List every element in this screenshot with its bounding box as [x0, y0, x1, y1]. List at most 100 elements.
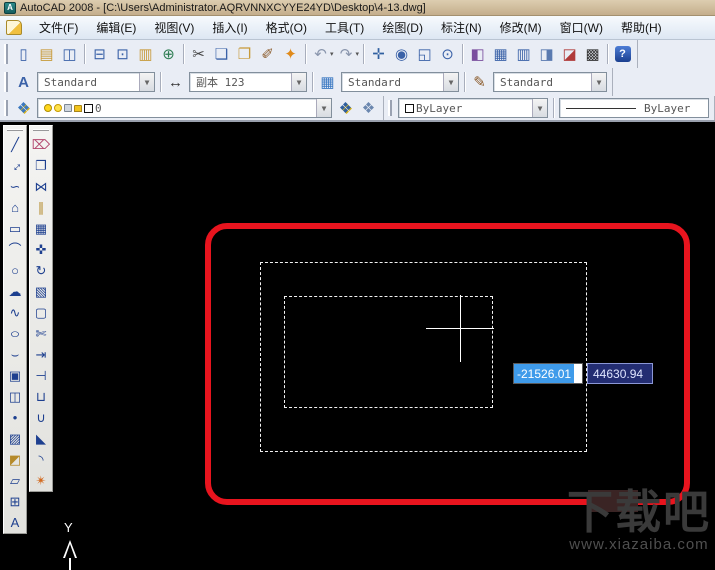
toolbar-grip[interactable]	[4, 44, 8, 64]
markup-set-manager-button[interactable]: ◪	[558, 43, 581, 66]
undo-button[interactable]: ↶	[309, 43, 332, 66]
mirror-button[interactable]: ⋈	[31, 176, 52, 197]
explode-button[interactable]: ✴	[31, 470, 52, 491]
menu-item-6[interactable]: 工具(T)	[316, 16, 373, 39]
table-style-combo[interactable]: Standard ▼	[341, 72, 459, 92]
mleader-style-button[interactable]: ✎	[468, 71, 491, 94]
mtext-button[interactable]: A	[5, 512, 26, 533]
move-button[interactable]: ✜	[31, 239, 52, 260]
layer-combo[interactable]: 0 ▼	[37, 98, 332, 118]
paste-button[interactable]: ❐	[233, 43, 256, 66]
tool-palettes-button[interactable]: ▥	[512, 43, 535, 66]
layer-on-bulb-icon[interactable]	[44, 104, 52, 112]
menu-item-7[interactable]: 绘图(D)	[373, 16, 432, 39]
chevron-down-icon[interactable]: ▼	[532, 99, 547, 117]
text-style-combo[interactable]: Standard ▼	[37, 72, 155, 92]
break-at-point-button[interactable]: ⊣	[31, 365, 52, 386]
zoom-realtime-button[interactable]: ◉	[390, 43, 413, 66]
sheetset-manager-button[interactable]: ◨	[535, 43, 558, 66]
quickcalc-button[interactable]: ▩	[581, 43, 604, 66]
layer-freeze-icon[interactable]	[54, 104, 62, 112]
toolbar-grip[interactable]	[388, 99, 392, 117]
rectangle-button[interactable]: ▭	[5, 218, 26, 239]
dim-style-button[interactable]: ↔	[164, 71, 187, 94]
properties-button[interactable]: ◧	[466, 43, 489, 66]
dynamic-input-x[interactable]: -21526.01	[513, 363, 583, 384]
chevron-down-icon[interactable]: ▼	[291, 73, 306, 91]
menu-item-3[interactable]: 视图(V)	[145, 16, 203, 39]
line-button[interactable]: ╱	[5, 134, 26, 155]
toolbar-grip[interactable]	[7, 129, 23, 131]
array-button[interactable]: ▦	[31, 218, 52, 239]
document-icon[interactable]	[6, 20, 22, 35]
rotate-button[interactable]: ↻	[31, 260, 52, 281]
zoom-previous-button[interactable]: ⊙	[436, 43, 459, 66]
erase-button[interactable]: ⌦	[31, 134, 52, 155]
make-object-layer-current-button[interactable]: ❖	[334, 97, 357, 120]
polygon-button[interactable]: ⌂	[5, 197, 26, 218]
layer-previous-button[interactable]: ❖	[357, 97, 380, 120]
menu-item-10[interactable]: 窗口(W)	[551, 16, 612, 39]
designcenter-button[interactable]: ▦	[489, 43, 512, 66]
extend-button[interactable]: ⇥	[31, 344, 52, 365]
help-button[interactable]: ?	[611, 43, 634, 66]
table-style-button[interactable]: ▦	[316, 71, 339, 94]
menu-item-11[interactable]: 帮助(H)	[612, 16, 671, 39]
break-button[interactable]: ⊔	[31, 386, 52, 407]
gradient-button[interactable]: ◩	[5, 449, 26, 470]
region-button[interactable]: ▱	[5, 470, 26, 491]
hatch-button[interactable]: ▨	[5, 428, 26, 449]
table-button[interactable]: ⊞	[5, 491, 26, 512]
point-button[interactable]: •	[5, 407, 26, 428]
new-button[interactable]: ▯	[12, 43, 35, 66]
menu-item-8[interactable]: 标注(N)	[432, 16, 491, 39]
menu-item-9[interactable]: 修改(M)	[491, 16, 551, 39]
text-style-button[interactable]: A	[12, 71, 35, 94]
save-button[interactable]: ◫	[58, 43, 81, 66]
toolbar-grip[interactable]	[4, 72, 8, 92]
chevron-down-icon[interactable]: ▼	[139, 73, 154, 91]
pan-button[interactable]: ✛	[367, 43, 390, 66]
fillet-button[interactable]: ◝	[31, 449, 52, 470]
linetype-combo[interactable]: ByLayer	[559, 98, 709, 118]
copy-button[interactable]: ❐	[31, 155, 52, 176]
insert-block-button[interactable]: ▣	[5, 365, 26, 386]
publish-button[interactable]: ▥	[134, 43, 157, 66]
open-button[interactable]: ▤	[35, 43, 58, 66]
zoom-window-button[interactable]: ◱	[413, 43, 436, 66]
menu-item-2[interactable]: 编辑(E)	[87, 16, 145, 39]
stretch-button[interactable]: ▢	[31, 302, 52, 323]
block-editor-button[interactable]: ✦	[279, 43, 302, 66]
construction-line-button[interactable]: ↔	[5, 155, 26, 176]
plot-button[interactable]: ⊟	[88, 43, 111, 66]
mleader-style-combo[interactable]: Standard ▼	[493, 72, 607, 92]
layer-properties-manager-button[interactable]: ❖	[12, 97, 35, 120]
dim-style-combo[interactable]: 副本 123 ▼	[189, 72, 307, 92]
menu-item-4[interactable]: 插入(I)	[203, 16, 256, 39]
menu-item-5[interactable]: 格式(O)	[257, 16, 316, 39]
arc-button[interactable]: ⌒	[5, 239, 26, 260]
scale-button[interactable]: ▧	[31, 281, 52, 302]
ellipse-button[interactable]: ○	[5, 323, 26, 344]
match-properties-button[interactable]: ✐	[256, 43, 279, 66]
chevron-down-icon[interactable]: ▼	[443, 73, 458, 91]
chevron-down-icon[interactable]: ▼	[316, 99, 331, 117]
chevron-down-icon[interactable]: ▼	[591, 73, 606, 91]
copy-button[interactable]: ❏	[210, 43, 233, 66]
revision-cloud-button[interactable]: ☁	[5, 281, 26, 302]
toolbar-grip[interactable]	[4, 99, 8, 117]
make-block-button[interactable]: ◫	[5, 386, 26, 407]
trim-button[interactable]: ✄	[31, 323, 52, 344]
ellipse-arc-button[interactable]: ⌣	[5, 344, 26, 365]
polyline-button[interactable]: ∽	[5, 176, 26, 197]
autocad-logo-icon[interactable]: A	[4, 1, 16, 14]
drawing-canvas[interactable]: ╱ ↔ ∽ ⌂ ▭ ⌒ ○ ☁ ∿ ○ ⌣ ▣ ◫ • ▨ ◩ ▱ ⊞ A ⌦ ❐ ⋈ ∥ ▦ ✜ ↻ ▧ ▢ ✄ ⇥ ⊣ ⊔ ∪ ◣ ◝ ✴ -2…	[0, 122, 715, 570]
dynamic-input-y[interactable]: 44630.94	[587, 363, 653, 384]
redo-button[interactable]: ↷	[335, 43, 358, 66]
menu-item-1[interactable]: 文件(F)	[30, 16, 87, 39]
layer-plot-icon[interactable]	[64, 104, 72, 112]
color-combo[interactable]: ByLayer ▼	[398, 98, 548, 118]
spline-button[interactable]: ∿	[5, 302, 26, 323]
join-button[interactable]: ∪	[31, 407, 52, 428]
cut-button[interactable]: ✂	[187, 43, 210, 66]
